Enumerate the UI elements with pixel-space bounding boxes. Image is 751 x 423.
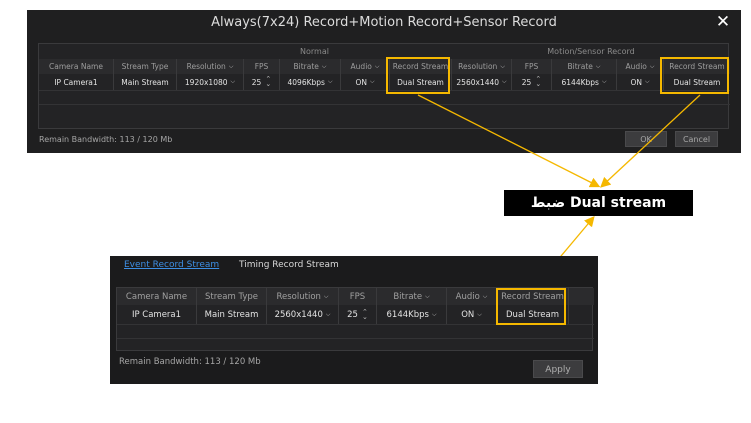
col-fps: FPS xyxy=(339,288,377,305)
chevron-down-icon: ⌵ xyxy=(325,310,331,318)
cell-camera-name: IP Camera1 xyxy=(117,305,197,324)
table-row: IP Camera1 Main Stream 2560x1440 ⌵ 25 ⌃ ⌄ 6… xyxy=(117,305,594,324)
cell-spacer xyxy=(569,305,594,324)
arrow-line xyxy=(417,94,601,188)
cell-stream-type: Main Stream xyxy=(197,305,267,324)
resolution-select[interactable]: 2560x1440 ⌵ xyxy=(267,305,339,324)
col-audio[interactable]: Audio ⌵ xyxy=(447,288,497,305)
col-bitrate[interactable]: Bitrate ⌵ xyxy=(377,288,447,305)
chevron-down-icon: ⌵ xyxy=(425,292,430,300)
empty-row xyxy=(117,324,594,338)
fps-stepper[interactable]: 25 ⌃ ⌄ xyxy=(339,305,377,324)
apply-button[interactable]: Apply xyxy=(533,360,583,378)
bitrate-select[interactable]: 6144Kbps ⌵ xyxy=(377,305,447,324)
col-record-stream: Record Stream xyxy=(497,288,569,305)
empty-row xyxy=(117,338,594,352)
remain-bandwidth: Remain Bandwidth: 113 / 120 Mb xyxy=(119,357,261,367)
arrow-line xyxy=(600,94,701,188)
tab-timing-record-stream[interactable]: Timing Record Stream xyxy=(239,260,339,270)
chevron-down-icon: ⌵ xyxy=(323,292,329,300)
spinner-icon[interactable]: ⌃ ⌄ xyxy=(362,308,368,320)
chevron-down-icon: ⌵ xyxy=(482,292,488,300)
col-resolution[interactable]: Resolution ⌵ xyxy=(267,288,339,305)
chevron-down-icon: ⌵ xyxy=(477,310,482,318)
record-stream-cell[interactable]: Dual Stream xyxy=(497,305,569,324)
tab-event-record-stream[interactable]: Event Record Stream xyxy=(124,260,219,270)
audio-select[interactable]: ON ⌵ xyxy=(447,305,497,324)
record-stream-panel: Event Record Stream Timing Record Stream… xyxy=(110,256,598,384)
record-stream-table: Camera Name Stream Type Resolution ⌵ FPS … xyxy=(116,287,594,352)
table-header-row: Camera Name Stream Type Resolution ⌵ FPS … xyxy=(117,288,594,305)
chevron-down-icon: ⌵ xyxy=(431,310,437,318)
col-camera-name: Camera Name xyxy=(117,288,197,305)
col-stream-type: Stream Type xyxy=(197,288,267,305)
col-spacer xyxy=(569,288,594,305)
